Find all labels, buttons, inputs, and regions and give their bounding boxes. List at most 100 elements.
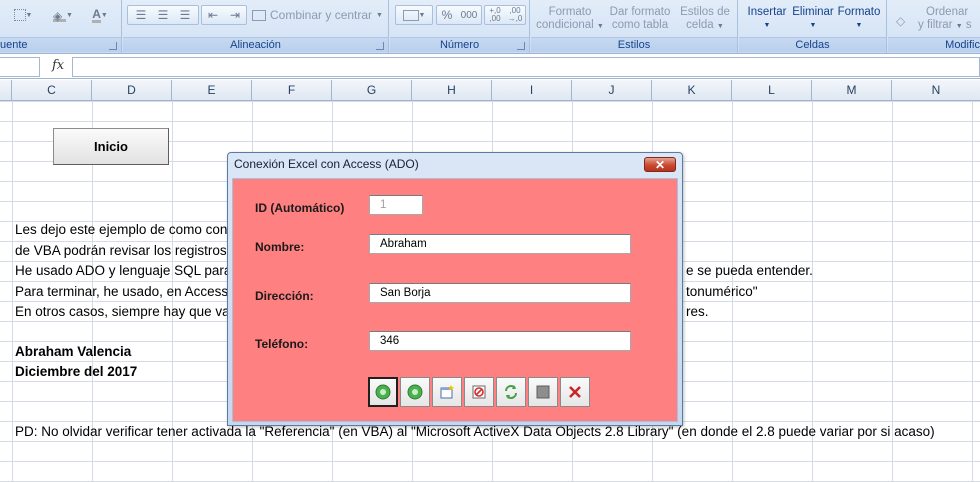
thousands-button[interactable]: 000 [457, 10, 481, 21]
merge-center-button[interactable]: Combinar y centrar ▼ [251, 5, 385, 25]
column-header-k[interactable]: K [652, 80, 732, 101]
insert-cells-button[interactable]: Insertar ▼ [743, 6, 791, 32]
alignment-group-label: Alineación [123, 37, 388, 52]
format-dropdown-icon: ▼ [855, 22, 863, 29]
sheet-text-line-4: Para terminar, he usado, en Access [15, 284, 229, 299]
ribbon-group-cells: Insertar ▼ Eliminar ▼ Formato ▼ Celdas [739, 0, 887, 53]
id-label: ID (Automático) [255, 201, 345, 215]
align-left-icon[interactable]: ☰ [130, 8, 152, 22]
column-header-l[interactable]: L [732, 80, 812, 101]
alignment-dialog-launcher-icon[interactable]: . [376, 42, 384, 50]
first-record-button[interactable] [368, 377, 398, 407]
fill-color-button[interactable]: ◈ ▼ [46, 5, 80, 25]
ribbon-group-alignment: ☰ ☰ ☰ ⇤ ⇥ Combinar y centrar ▼ Alineació… [123, 0, 389, 53]
decimal-buttons: +,0 ,00 ,00 →,0 [484, 5, 526, 25]
nombre-input[interactable]: Abraham [369, 234, 631, 254]
borders-dropdown-icon: ▼ [25, 11, 33, 19]
borders-icon [13, 9, 26, 21]
formula-bar: fx [0, 55, 980, 79]
conditional-format-line2: condicional ▼ [536, 19, 604, 31]
new-record-icon [440, 385, 454, 399]
merge-label: Combinar y centrar [270, 8, 373, 22]
insert-label: Insertar [747, 6, 787, 18]
new-record-button[interactable] [432, 377, 462, 407]
accounting-format-button[interactable]: ▼ [395, 5, 433, 25]
format-table-line1: Dar formato [609, 6, 671, 18]
userform-dialog: Conexión Excel con Access (ADO) ✕ ID (Au… [227, 152, 683, 426]
cell-styles-button[interactable]: Estilos de celda ▼ [675, 6, 735, 33]
refresh-button[interactable] [496, 377, 526, 407]
name-box[interactable] [0, 57, 40, 77]
dialog-title: Conexión Excel con Access (ADO) [234, 157, 419, 171]
cells-group-label: Celdas [739, 37, 886, 52]
fill-color-dropdown-icon: ▼ [66, 11, 73, 19]
column-header-d[interactable]: D [92, 80, 172, 101]
merge-dropdown-icon: ▼ [376, 11, 383, 19]
sheet-text-line-4-right: tonumérico" [686, 284, 758, 299]
clear-icon[interactable]: ◇ [896, 14, 905, 28]
ribbon: ▼ ◈ ▼ A ▼ uente . ☰ ☰ ☰ ⇤ ⇥ Combinar y c… [0, 0, 980, 54]
sheet-footnote: PD: No olvidar verificar tener activada … [15, 424, 935, 439]
format-cells-button[interactable]: Formato ▼ [835, 6, 883, 32]
save-icon [536, 385, 550, 399]
number-group-label: Número [390, 37, 529, 52]
decrease-indent-icon[interactable]: ⇤ [202, 8, 224, 22]
column-header-i[interactable]: I [492, 80, 572, 101]
column-header-c[interactable]: C [12, 80, 92, 101]
conditional-format-button[interactable]: Formato condicional ▼ [535, 6, 605, 33]
sort-filter-button[interactable]: Ordenar y filtrar ▼ s [918, 6, 978, 33]
column-header-n[interactable]: N [892, 80, 980, 101]
close-x-icon [569, 386, 581, 398]
font-color-button[interactable]: A ▼ [84, 5, 116, 25]
ribbon-group-editing: ◇ Ordenar y filtrar ▼ s Modific [888, 0, 980, 53]
column-header-e[interactable]: E [172, 80, 252, 101]
direccion-input[interactable]: San Borja [369, 283, 631, 303]
cell-styles-line1: Estilos de [680, 6, 730, 18]
telefono-input[interactable]: 346 [369, 331, 631, 351]
align-right-icon[interactable]: ☰ [174, 8, 196, 22]
font-group-label: uente [0, 37, 121, 52]
column-header-partial[interactable] [0, 80, 12, 101]
column-header-g[interactable]: G [332, 80, 412, 101]
insert-function-icon[interactable]: fx [52, 58, 64, 73]
next-record-icon [407, 384, 423, 400]
column-header-j[interactable]: J [572, 80, 652, 101]
formula-input[interactable] [72, 57, 980, 77]
decrease-decimal-button[interactable]: ,00 →,0 [505, 7, 525, 23]
sheet-text-line-3-right: e se pueda entender. [686, 263, 813, 278]
number-dialog-launcher-icon[interactable]: . [517, 42, 525, 50]
delete-dropdown-icon: ▼ [809, 22, 817, 29]
increase-indent-icon[interactable]: ⇥ [224, 8, 246, 22]
font-color-icon: A [92, 6, 101, 23]
percent-button[interactable]: % [437, 8, 457, 22]
sort-line1: Ordenar [926, 6, 969, 18]
cell-styles-line2: celda ▼ [686, 19, 724, 31]
close-icon: ✕ [654, 157, 666, 172]
ribbon-group-font: ▼ ◈ ▼ A ▼ uente . [0, 0, 122, 53]
font-dialog-launcher-icon[interactable]: . [109, 42, 117, 50]
ribbon-group-styles: Formato condicional ▼ Dar formato como t… [531, 0, 738, 53]
delete-cells-button[interactable]: Eliminar ▼ [789, 6, 837, 32]
column-header-m[interactable]: M [812, 80, 892, 101]
inicio-button[interactable]: Inicio [53, 128, 169, 165]
next-record-button[interactable] [400, 377, 430, 407]
align-center-icon[interactable]: ☰ [152, 8, 174, 22]
column-header-f[interactable]: F [252, 80, 332, 101]
currency-icon [402, 9, 419, 21]
close-form-button[interactable] [560, 377, 590, 407]
dialog-body: ID (Automático) 1 Nombre: Abraham Direcc… [232, 178, 678, 422]
first-record-icon [375, 384, 391, 400]
insert-dropdown-icon: ▼ [763, 22, 771, 29]
ribbon-group-number: ▼ % 000 +,0 ,00 ,00 →,0 Número . [390, 0, 530, 53]
font-color-dropdown-icon: ▼ [100, 11, 108, 19]
column-header-h[interactable]: H [412, 80, 492, 101]
dialog-close-button[interactable]: ✕ [644, 157, 676, 172]
increase-decimal-button[interactable]: +,0 ,00 [485, 7, 505, 23]
delete-record-icon [472, 385, 486, 399]
fill-color-icon: ◈ [53, 9, 67, 23]
align-buttons: ☰ ☰ ☰ [127, 5, 199, 25]
format-label: Formato [837, 6, 881, 18]
save-button[interactable] [528, 377, 558, 407]
borders-button[interactable]: ▼ [6, 5, 40, 25]
delete-record-button[interactable] [464, 377, 494, 407]
